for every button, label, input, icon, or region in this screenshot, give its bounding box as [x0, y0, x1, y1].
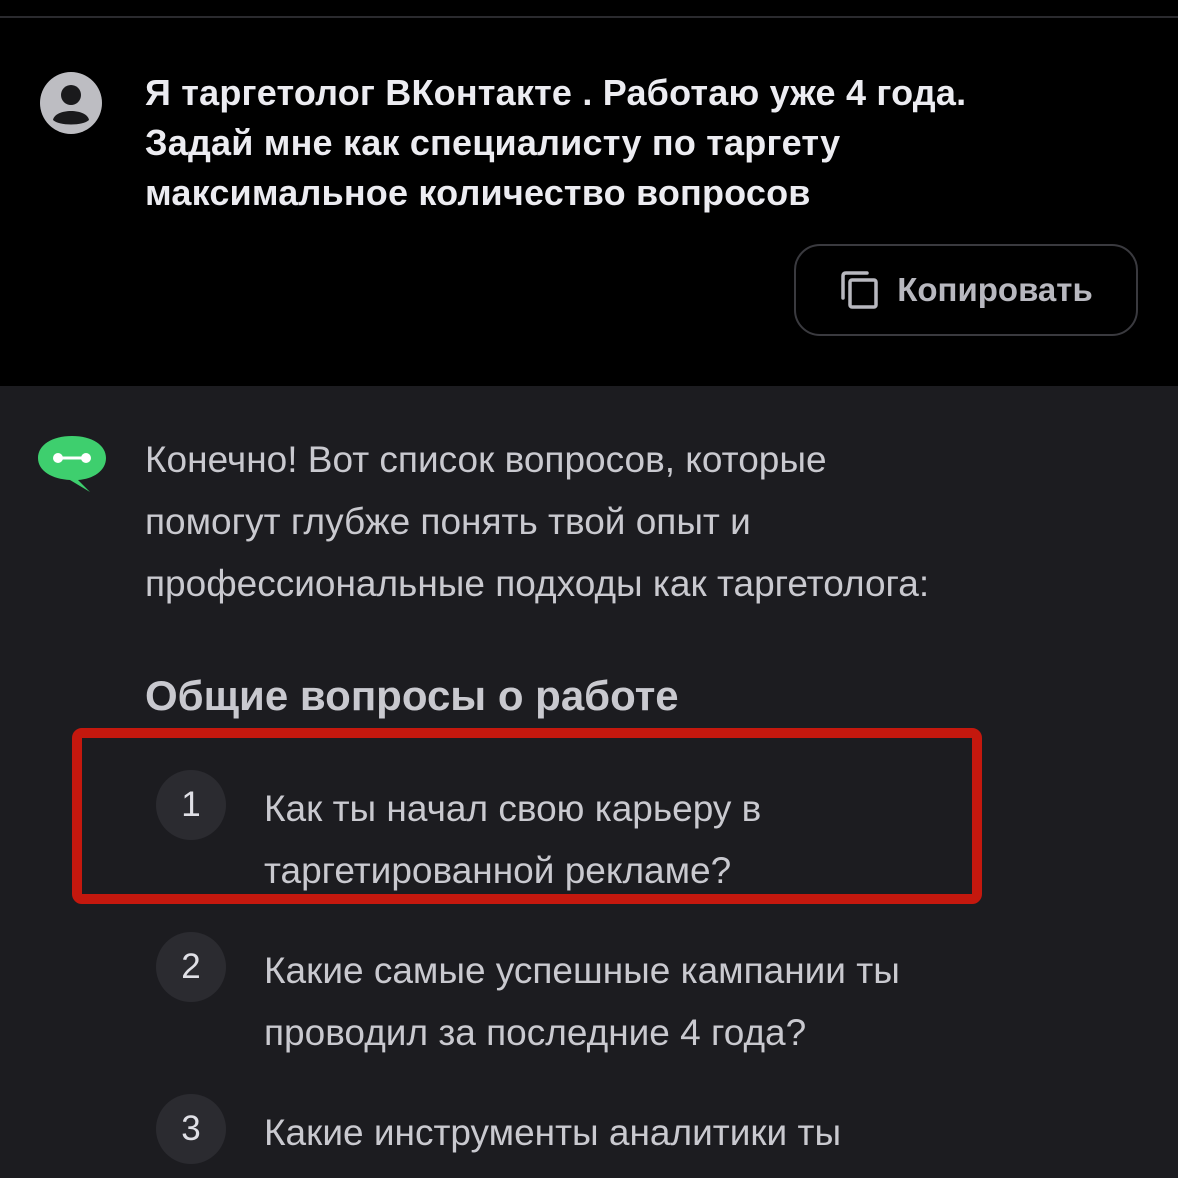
list-item-number: 2 — [156, 932, 226, 1002]
list-item-line: Какие инструменты аналитики ты — [264, 1112, 842, 1153]
user-message: Я таргетолог ВКонтакте . Работаю уже 4 г… — [0, 0, 1178, 386]
list-item-line: Как ты начал свою карьеру в — [264, 788, 762, 829]
user-message-text: Я таргетолог ВКонтакте . Работаю уже 4 г… — [145, 68, 1145, 218]
section-heading: Общие вопросы о работе — [145, 672, 679, 719]
assistant-intro-line: помогут глубже понять твой опыт и — [145, 501, 751, 542]
copy-button[interactable]: Копировать — [794, 244, 1138, 336]
assistant-intro-text: Конечно! Вот список вопросов, которые по… — [145, 429, 1155, 615]
assistant-intro-line: профессиональные подходы как таргетолога… — [145, 563, 930, 604]
assistant-intro-line: Конечно! Вот список вопросов, которые — [145, 439, 827, 480]
assistant-message: Конечно! Вот список вопросов, которые по… — [0, 386, 1178, 1178]
top-divider — [0, 16, 1178, 18]
list-item-line: таргетированной рекламе? — [264, 850, 732, 891]
list-item-text: Как ты начал свою карьеру в таргетирован… — [264, 778, 1114, 902]
user-message-line: Я таргетолог ВКонтакте . Работаю уже 4 г… — [145, 72, 967, 113]
user-message-line: Задай мне как специалисту по таргету — [145, 122, 841, 163]
user-message-line: максимальное количество вопросов — [145, 172, 811, 213]
copy-icon — [841, 271, 878, 309]
chat-screen: Я таргетолог ВКонтакте . Работаю уже 4 г… — [0, 0, 1178, 1178]
list-item-text: Какие инструменты аналитики ты — [264, 1102, 1114, 1164]
list-item-line: проводил за последние 4 года? — [264, 1012, 807, 1053]
list-item-number: 3 — [156, 1094, 226, 1164]
list-item-line: Какие самые успешные кампании ты — [264, 950, 900, 991]
assistant-chat-bubble-icon — [38, 436, 106, 492]
list-item-text: Какие самые успешные кампании ты проводи… — [264, 940, 1114, 1064]
list-item-number: 1 — [156, 770, 226, 840]
copy-button-label: Копировать — [897, 271, 1093, 308]
user-avatar-icon — [40, 72, 102, 134]
